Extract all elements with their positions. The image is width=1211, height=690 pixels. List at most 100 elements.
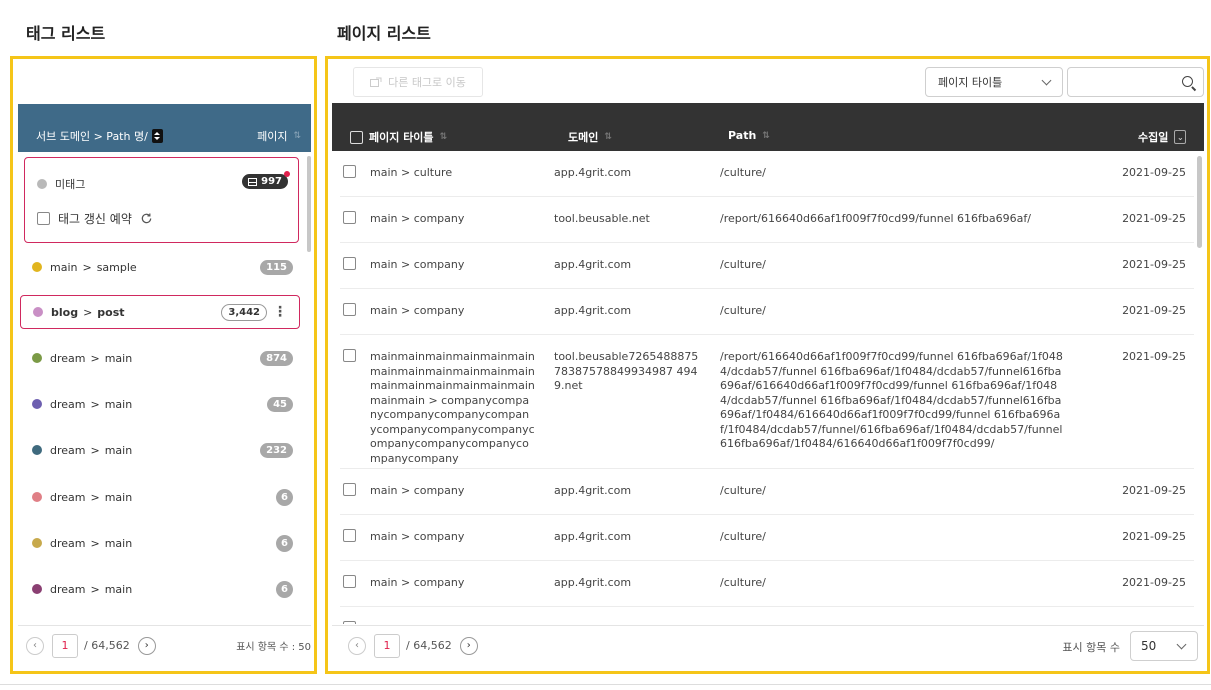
table-row[interactable]: main > company tool.beusable.net/report/6… xyxy=(340,197,1194,243)
refresh-icon[interactable] xyxy=(140,212,153,225)
prev-page-button[interactable]: ‹ xyxy=(348,636,366,655)
row-checkbox[interactable] xyxy=(343,621,356,624)
tag-refresh-reserve[interactable]: 태그 갱신 예약 xyxy=(37,210,153,227)
page-table-body: main > culture app.4grit.com/culture/2021… xyxy=(332,151,1204,624)
page-table-scrollbar[interactable] xyxy=(1197,156,1202,248)
table-row[interactable]: main > company app.4grit.com/app/culture/… xyxy=(340,607,1194,624)
row-checkbox[interactable] xyxy=(343,483,356,496)
tag-list-item[interactable]: main > sample 115 xyxy=(18,247,303,287)
tag-color-dot-icon xyxy=(32,492,42,502)
untagged-dot-icon xyxy=(37,179,47,189)
page-count-header-label: 페이지 xyxy=(257,130,288,143)
tag-list-item[interactable]: blog > post 3,442 ⋮ xyxy=(20,295,300,329)
date-column-header[interactable]: 수집일 ⌄ xyxy=(1138,129,1187,145)
path-separator: > xyxy=(90,443,100,457)
domain-cell: app.4grit.com xyxy=(554,622,704,624)
path-cell: /culture/ xyxy=(720,484,766,497)
row-checkbox[interactable] xyxy=(343,165,356,178)
search-icon[interactable] xyxy=(1182,76,1193,87)
table-row[interactable]: main > company app.4grit.com/culture/2021… xyxy=(340,515,1194,561)
untagged-item[interactable]: 미태그 xyxy=(37,176,85,192)
date-cell: 2021-09-25 xyxy=(1122,166,1186,179)
tag-list-title: 태그 리스트 xyxy=(26,24,106,43)
sort-toggle-icon[interactable]: ⇅ xyxy=(604,132,612,142)
subdomain-path-column-header[interactable]: 서브 도메인 > Path 명/ xyxy=(36,128,163,144)
tag-list-item[interactable]: dream > main 6 xyxy=(18,569,303,609)
tag-page-count-badge: 232 xyxy=(260,442,293,458)
move-to-other-tag-button[interactable]: 다른 태그로 이동 xyxy=(353,67,483,97)
untagged-count: 997 xyxy=(261,176,282,187)
path-separator: > xyxy=(90,397,100,411)
select-all-checkbox[interactable] xyxy=(350,130,363,144)
items-per-page-select[interactable]: 50 xyxy=(1130,631,1198,661)
row-checkbox[interactable] xyxy=(343,303,356,316)
tag-list-item[interactable]: dream > main 6 xyxy=(18,523,303,563)
domain-column-header[interactable]: 도메인 ⇅ xyxy=(568,129,612,145)
row-checkbox[interactable] xyxy=(343,211,356,224)
tag-path: main xyxy=(104,443,133,457)
date-cell: 2021-09-25 xyxy=(1122,484,1186,497)
path-separator: > xyxy=(90,351,100,365)
table-row[interactable]: mainmainmainmainmainmainmainmainmainmain… xyxy=(340,335,1194,469)
bottom-divider xyxy=(0,684,1211,685)
tag-subdomain: dream xyxy=(50,443,86,457)
row-checkbox[interactable] xyxy=(343,349,356,362)
tag-subdomain: dream xyxy=(50,351,86,365)
items-per-page-label: 표시 항목 수 xyxy=(1062,641,1120,654)
row-checkbox[interactable] xyxy=(343,575,356,588)
page-title-cell: main > company xyxy=(370,258,465,271)
tag-list-scrollbar[interactable] xyxy=(307,156,311,252)
path-cell: /culture/ xyxy=(720,304,766,317)
search-input[interactable] xyxy=(1067,67,1204,97)
more-options-icon[interactable]: ⋮ xyxy=(273,304,287,320)
tag-color-dot-icon xyxy=(32,445,42,455)
tag-page-count-badge: 6 xyxy=(276,534,293,552)
tag-path: main xyxy=(104,582,133,596)
tag-page-count-badge: 3,442 xyxy=(221,303,267,321)
sort-toggle-icon[interactable]: ⇅ xyxy=(762,131,770,141)
table-row[interactable]: main > company app.4grit.com/culture/2021… xyxy=(340,289,1194,335)
table-row[interactable]: main > company app.4grit.com/culture/2021… xyxy=(340,243,1194,289)
sort-icon[interactable] xyxy=(151,129,163,143)
date-cell: 2021-09-25 xyxy=(1122,304,1186,317)
tag-list-item[interactable]: dream > main 6 xyxy=(18,477,303,517)
reserve-checkbox[interactable] xyxy=(37,212,50,225)
tag-list-item[interactable]: dream > main 874 xyxy=(18,338,303,378)
path-column-header[interactable]: Path ⇅ xyxy=(728,129,770,142)
tag-subdomain: main xyxy=(50,260,78,274)
tag-page-count-badge: 45 xyxy=(267,396,293,412)
page-number-input[interactable]: 1 xyxy=(374,633,400,658)
domain-cell: tool.beusable726548887578387578849934987… xyxy=(554,350,699,392)
page-title-cell: main > company xyxy=(370,530,465,543)
page-count-column-header[interactable]: 페이지 ⇅ xyxy=(257,128,301,144)
page-title-cell: main > company xyxy=(370,304,465,317)
tag-color-dot-icon xyxy=(33,307,43,317)
sort-toggle-icon[interactable]: ⇅ xyxy=(293,131,301,141)
tag-path: main xyxy=(104,351,133,365)
next-page-button[interactable]: › xyxy=(459,636,478,655)
search-field-select[interactable]: 페이지 타이틀 xyxy=(925,67,1063,97)
table-row[interactable]: main > company app.4grit.com/culture/2021… xyxy=(340,469,1194,515)
row-checkbox[interactable] xyxy=(343,257,356,270)
title-column-header[interactable]: 페이지 타이틀 ⇅ xyxy=(350,129,447,145)
prev-page-button[interactable]: ‹ xyxy=(26,636,44,655)
table-row[interactable]: main > company app.4grit.com/culture/2021… xyxy=(340,561,1194,607)
tag-path: main xyxy=(104,397,133,411)
path-separator: > xyxy=(82,260,92,274)
row-checkbox[interactable] xyxy=(343,529,356,542)
tag-list-header: 서브 도메인 > Path 명/ 페이지 ⇅ xyxy=(18,104,311,152)
sort-toggle-icon[interactable]: ⇅ xyxy=(440,132,448,142)
tag-list-item[interactable]: dream > main 232 xyxy=(18,430,303,470)
sort-desc-icon[interactable]: ⌄ xyxy=(1174,130,1187,144)
path-cell: /report/616640d66af1f009f7f0cd99/funnel … xyxy=(720,350,1063,450)
domain-cell: app.4grit.com xyxy=(554,166,632,179)
page-number-input[interactable]: 1 xyxy=(52,633,78,658)
domain-cell: app.4grit.com xyxy=(554,258,632,271)
page-title-cell: main > culture xyxy=(370,166,453,179)
page-title-cell: main > company xyxy=(370,484,465,497)
tag-list-item[interactable]: dream > main 45 xyxy=(18,384,303,424)
table-row[interactable]: main > culture app.4grit.com/culture/2021… xyxy=(340,151,1194,197)
page-list-panel: 다른 태그로 이동 페이지 타이틀 페이지 타이틀 ⇅ 도메인 ⇅ Path ⇅… xyxy=(325,56,1210,674)
next-page-button[interactable]: › xyxy=(137,636,156,655)
domain-cell: tool.beusable.net xyxy=(554,212,650,225)
